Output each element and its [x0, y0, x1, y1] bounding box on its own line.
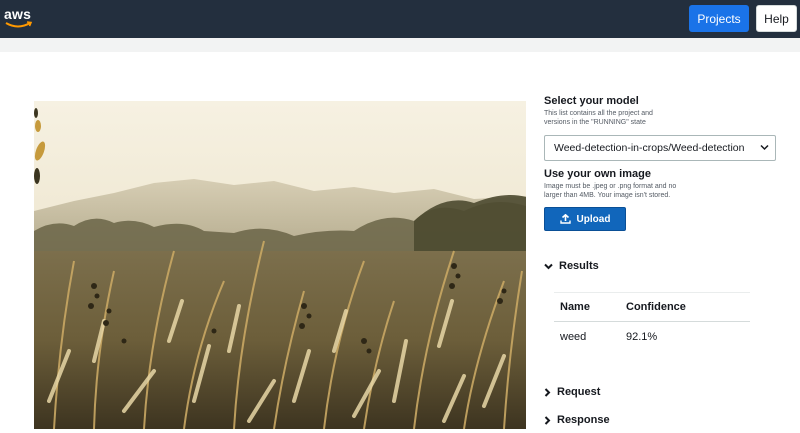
own-image-section: Use your own image Image must be .jpeg o…	[544, 168, 784, 200]
select-model-title: Select your model	[544, 95, 639, 107]
field-photo-illustration	[34, 101, 526, 429]
upload-label: Upload	[576, 213, 611, 225]
chevron-down-icon	[544, 263, 553, 269]
upload-button[interactable]: Upload	[544, 207, 626, 231]
response-toggle[interactable]: Response	[544, 414, 610, 426]
results-title: Results	[559, 260, 599, 272]
results-toggle[interactable]: Results	[544, 260, 599, 272]
aws-logo[interactable]: aws	[4, 6, 34, 30]
upload-icon	[559, 214, 571, 224]
aws-smile-icon	[5, 21, 33, 28]
top-navigation-bar: aws Projects Help	[0, 0, 800, 38]
column-header-confidence: Confidence	[626, 301, 686, 313]
request-label: Request	[557, 386, 601, 398]
model-panel: Select your model This list contains all…	[544, 95, 784, 426]
uploaded-image	[34, 101, 526, 429]
response-label: Response	[557, 414, 610, 426]
model-select[interactable]: Weed-detection-in-crops/Weed-detection	[544, 135, 776, 161]
chevron-right-icon	[544, 415, 551, 425]
chevron-right-icon	[544, 387, 551, 397]
cell-confidence: 92.1%	[626, 330, 658, 343]
own-image-note: Image must be .jpeg or .png format and n…	[544, 183, 677, 199]
column-header-name: Name	[560, 301, 590, 313]
table-header-row: Name Confidence	[554, 293, 750, 322]
cell-name: weed	[560, 330, 587, 343]
select-model-note: This list contains all the project and v…	[544, 110, 653, 126]
table-row: weed 92.1%	[554, 322, 750, 351]
projects-button[interactable]: Projects	[689, 5, 749, 32]
chevron-down-icon	[760, 144, 769, 151]
model-select-value: Weed-detection-in-crops/Weed-detection	[554, 142, 745, 154]
request-toggle[interactable]: Request	[544, 386, 600, 398]
header-divider-band	[0, 38, 800, 52]
aws-logo-text: aws	[4, 6, 32, 22]
own-image-title: Use your own image	[544, 168, 651, 180]
results-table: Name Confidence weed 92.1%	[554, 292, 750, 351]
help-button[interactable]: Help	[756, 5, 797, 32]
